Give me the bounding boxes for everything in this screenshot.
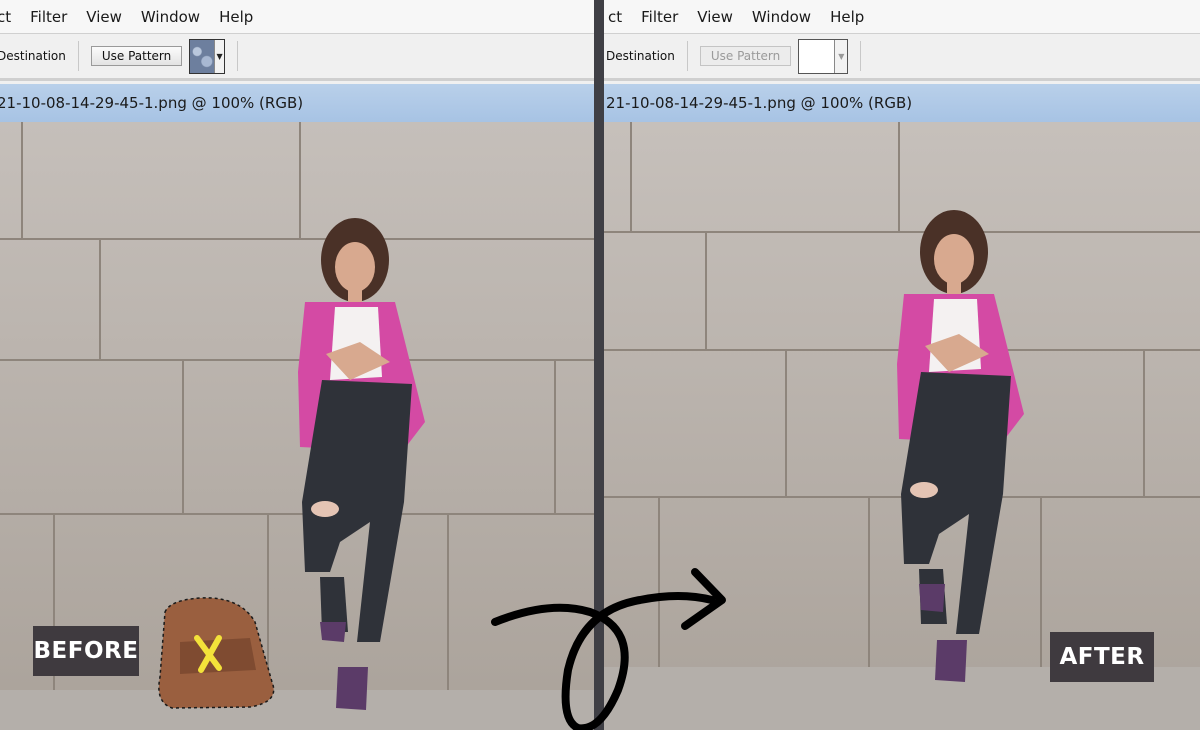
toolbar-divider [237, 41, 239, 71]
menu-item-select[interactable]: ct [0, 8, 11, 26]
menu-item-help[interactable]: Help [830, 8, 864, 26]
pattern-swatch-icon [799, 40, 834, 73]
use-pattern-button[interactable]: Use Pattern [90, 46, 183, 66]
document-title: 21-10-08-14-29-45-1.png @ 100% (RGB) [606, 94, 913, 112]
menu-bar: ct Filter View Window Help [604, 0, 1200, 34]
toolbar-divider [77, 41, 79, 71]
menu-item-window[interactable]: Window [752, 8, 811, 26]
pattern-picker[interactable]: ▼ [798, 38, 849, 74]
menu-item-help[interactable]: Help [219, 8, 253, 26]
menu-item-view[interactable]: View [697, 8, 733, 26]
document-title-bar: 21-10-08-14-29-45-1.png @ 100% (RGB) [0, 84, 594, 122]
pattern-swatch-icon [190, 39, 214, 73]
menu-item-filter[interactable]: Filter [30, 8, 67, 26]
menu-item-window[interactable]: Window [141, 8, 200, 26]
chevron-down-icon[interactable]: ▼ [834, 39, 848, 73]
document-title: 21-10-08-14-29-45-1.png @ 100% (RGB) [0, 94, 304, 112]
menu-item-select[interactable]: ct [608, 8, 622, 26]
menu-item-filter[interactable]: Filter [641, 8, 678, 26]
menu-bar: ct Filter View Window Help [0, 0, 594, 34]
before-label: BEFORE [33, 626, 139, 676]
chevron-down-icon[interactable]: ▼ [213, 39, 225, 73]
options-bar: Destination Use Pattern ▼ [0, 34, 594, 81]
destination-option[interactable]: Destination [0, 49, 66, 63]
document-title-bar: 21-10-08-14-29-45-1.png @ 100% (RGB) [604, 84, 1200, 122]
before-panel: ct Filter View Window Help Destination U… [0, 0, 594, 730]
panel-divider [594, 0, 604, 730]
after-label: AFTER [1050, 632, 1154, 682]
toolbar-divider [686, 41, 688, 71]
image-canvas[interactable]: AFTER [604, 122, 1200, 730]
destination-option[interactable]: Destination [606, 49, 675, 63]
use-pattern-button[interactable]: Use Pattern [699, 46, 792, 66]
options-bar: Destination Use Pattern ▼ [604, 34, 1200, 81]
toolbar-divider [860, 41, 862, 71]
pattern-picker[interactable]: ▼ [189, 38, 226, 74]
after-panel: ct Filter View Window Help Destination U… [604, 0, 1200, 730]
image-canvas[interactable]: BEFORE [0, 122, 594, 730]
menu-item-view[interactable]: View [86, 8, 122, 26]
